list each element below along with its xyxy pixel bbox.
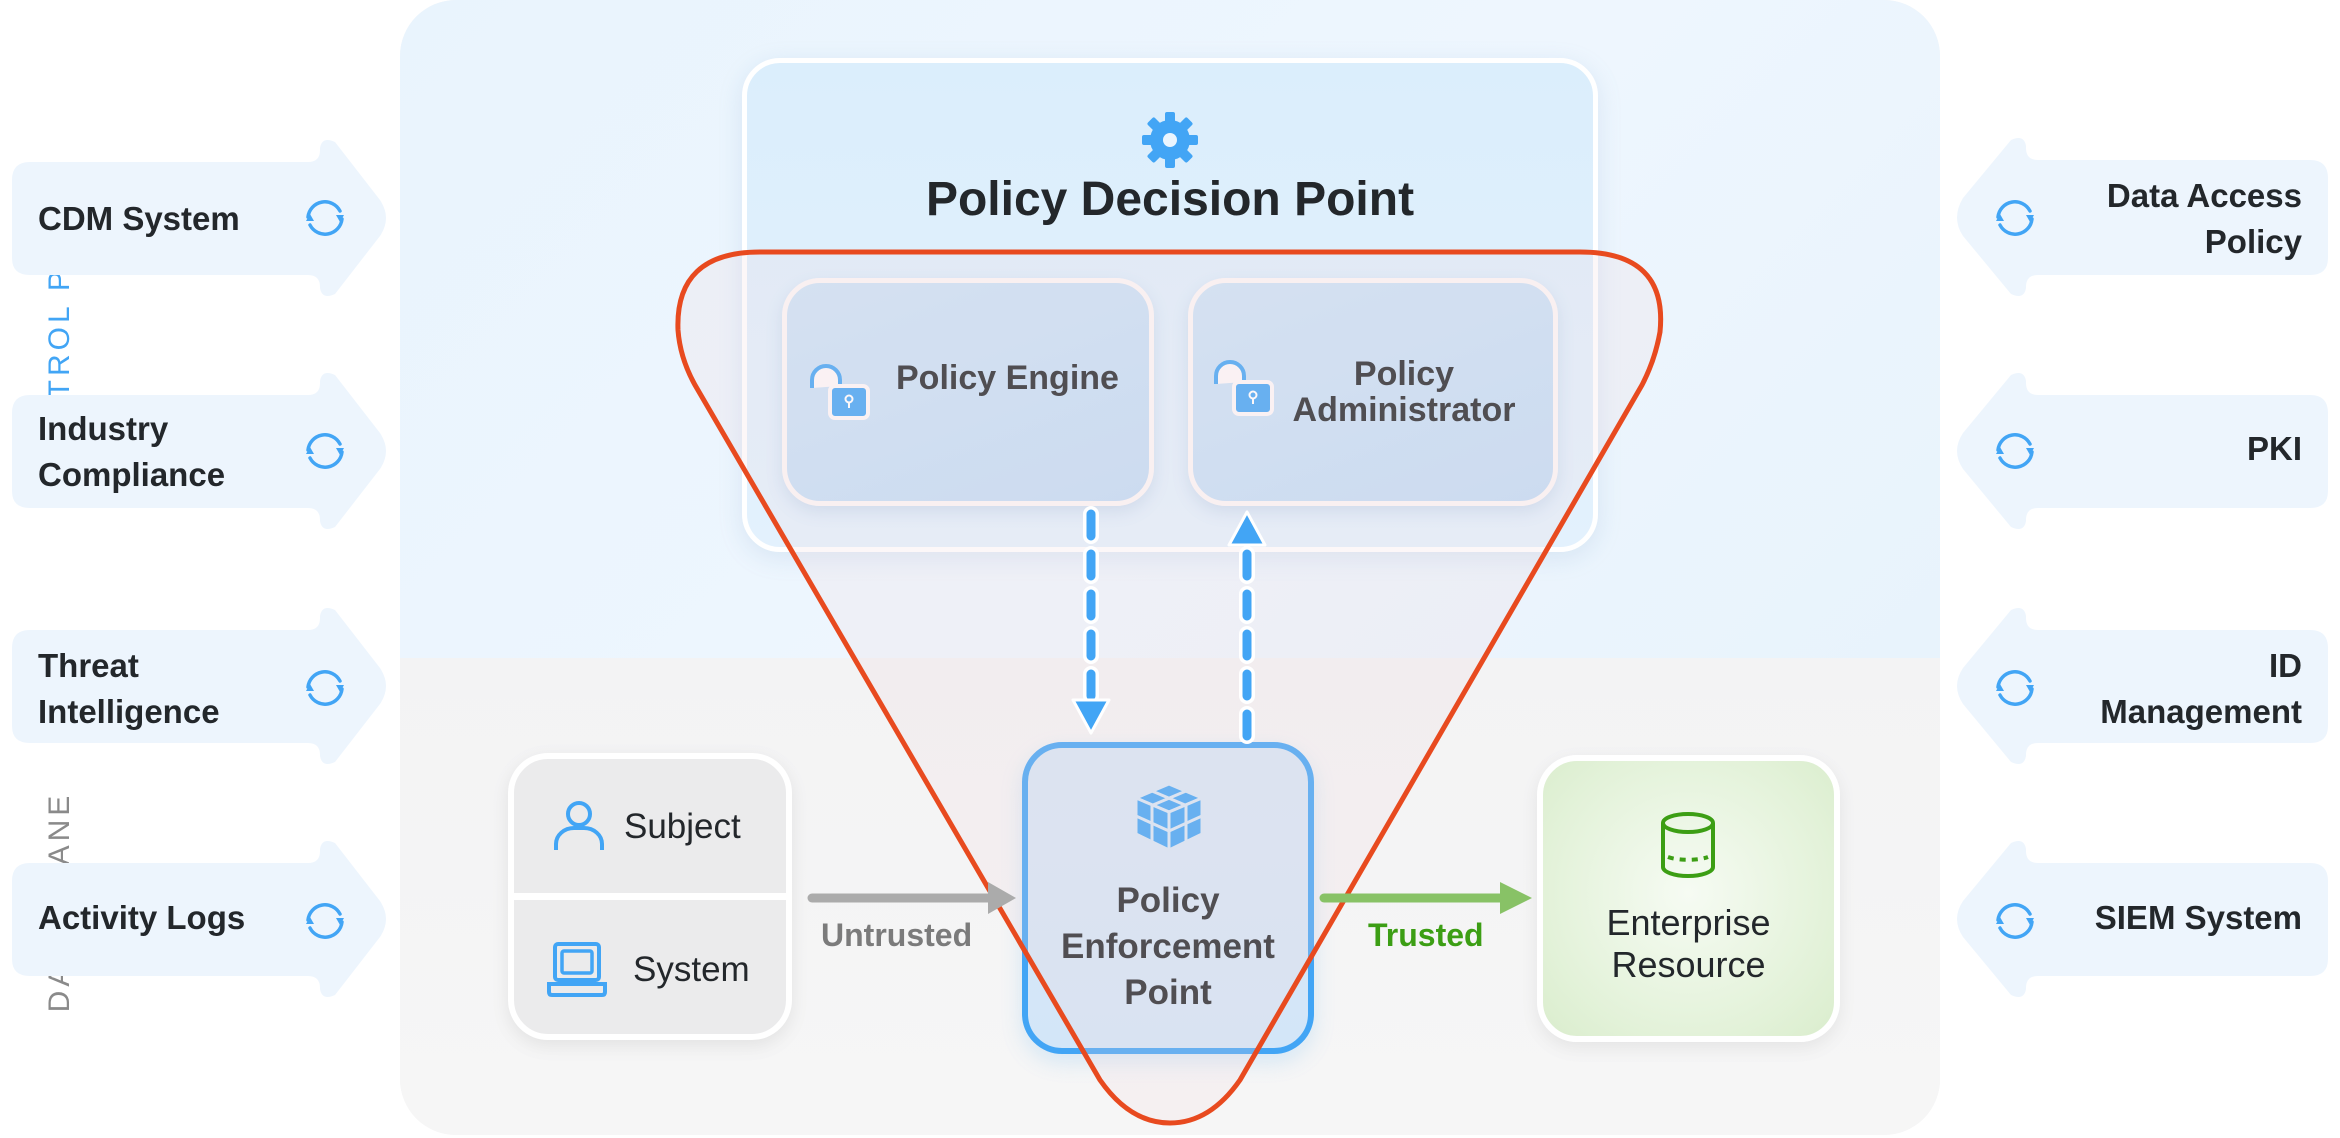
- right-input-label: ID Management: [2100, 647, 2302, 730]
- laptop-icon: [547, 942, 607, 997]
- trusted-label: Trusted: [1368, 917, 1484, 953]
- right-input-label: Data Access Policy: [2106, 177, 2302, 260]
- enterprise-resource-label: Enterprise Resource: [1606, 902, 1771, 985]
- left-input-label: Activity Logs: [38, 899, 246, 936]
- unlock-icon: [1214, 360, 1274, 416]
- sync-icon: [306, 433, 344, 469]
- right-input-label: PKI: [2246, 430, 2302, 467]
- cube-icon: [1134, 782, 1204, 852]
- actor-divider: [508, 893, 792, 900]
- pep-label: Policy Enforcement Point: [1061, 881, 1275, 1012]
- policy-engine-label: Policy Engine: [896, 359, 1119, 397]
- left-input-label: Industry Compliance: [38, 410, 226, 493]
- sync-icon: [306, 200, 344, 236]
- system-label: System: [633, 950, 750, 989]
- policy-administrator-label: Policy Administrator: [1292, 355, 1516, 429]
- left-input-label: Threat Intelligence: [38, 647, 220, 730]
- subject-label: Subject: [624, 807, 741, 846]
- unlock-icon: [810, 364, 870, 420]
- sync-icon: [1996, 903, 2034, 939]
- gear-icon: [1142, 112, 1198, 168]
- sync-icon: [1996, 670, 2034, 706]
- left-input-label: CDM System: [38, 200, 240, 237]
- untrusted-label: Untrusted: [821, 917, 973, 953]
- sync-icon: [306, 903, 344, 939]
- sync-icon: [306, 670, 344, 706]
- sync-icon: [1996, 200, 2034, 236]
- right-input-label: SIEM System: [2094, 899, 2302, 936]
- enterprise-resource-box[interactable]: [1537, 755, 1840, 1042]
- sync-icon: [1996, 433, 2034, 469]
- database-icon: [1661, 812, 1715, 878]
- pdp-title: Policy Decision Point: [925, 173, 1415, 226]
- user-icon: [554, 801, 604, 850]
